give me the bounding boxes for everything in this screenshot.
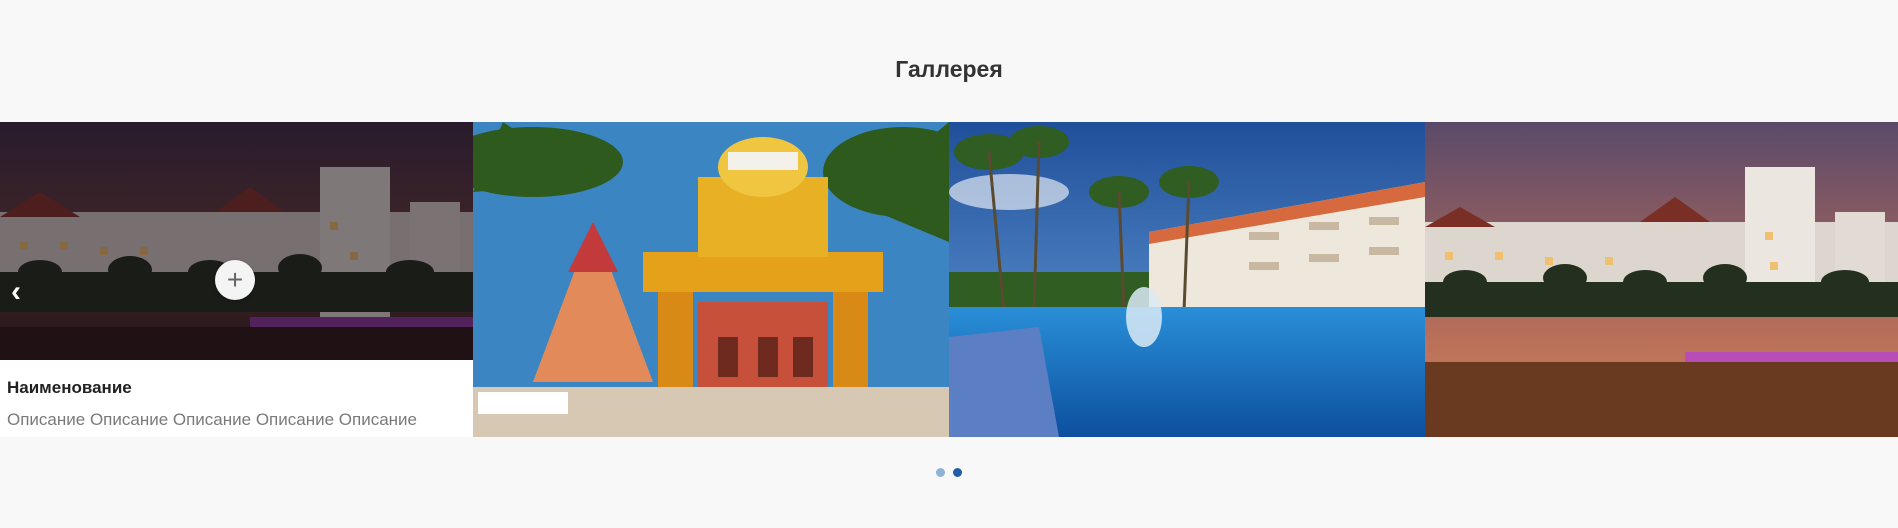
gallery-title: Галлерея bbox=[895, 56, 1003, 82]
temple-photo bbox=[473, 122, 949, 437]
gallery-carousel: + Наименование Описание Описание Описани… bbox=[0, 122, 1898, 437]
zoom-plus-button[interactable]: + bbox=[215, 260, 255, 300]
hotel-dusk-photo bbox=[1425, 122, 1898, 437]
gallery-slide-temple[interactable] bbox=[473, 122, 949, 437]
gallery-slide-pool[interactable] bbox=[949, 122, 1425, 437]
card-title: Наименование bbox=[7, 378, 132, 397]
gallery-card-active[interactable]: + Наименование Описание Описание Описани… bbox=[0, 122, 473, 437]
hover-overlay bbox=[0, 122, 473, 360]
card-description: Описание Описание Описание Описание Опис… bbox=[7, 410, 417, 429]
pool-resort-photo bbox=[949, 122, 1425, 437]
carousel-pagination bbox=[936, 468, 962, 477]
gallery-slide-hotel[interactable] bbox=[1425, 122, 1898, 437]
pager-dot-1[interactable] bbox=[936, 468, 945, 477]
prev-arrow-icon[interactable]: ‹ bbox=[4, 275, 28, 308]
pager-dot-2[interactable] bbox=[953, 468, 962, 477]
card-caption: Наименование Описание Описание Описание … bbox=[7, 378, 467, 430]
